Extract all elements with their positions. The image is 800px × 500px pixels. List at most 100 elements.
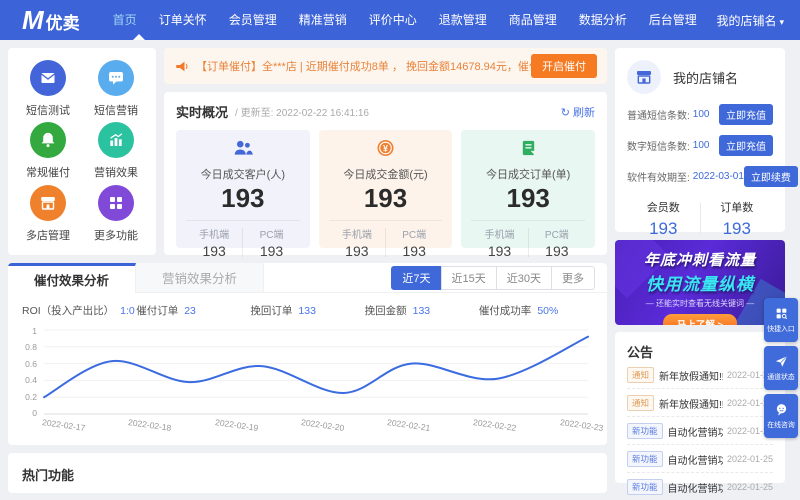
sidebar-item-payment-reminder[interactable]: 常规催付 <box>14 120 82 182</box>
stat-card-orders: 今日成交订单(单) 193 手机端 193 PC端 193 <box>461 130 596 259</box>
announcement-item[interactable]: 通知 新年放假通知!!! 2022-01-25 <box>627 361 773 389</box>
hot-features-panel: 热门功能 <box>8 453 607 493</box>
tab-reminder-analysis[interactable]: 催付效果分析 <box>8 263 136 293</box>
updated-at: / 更新至: 2022-02-22 16:41:16 <box>235 108 369 119</box>
bar-chart-icon <box>98 122 134 159</box>
quick-entry-button[interactable]: 快捷入口 <box>764 298 798 342</box>
chart-y-axis: 1 0.8 0.6 0.4 0.2 0 <box>25 326 37 418</box>
announcement-item[interactable]: 通知 新年放假通知!!! 2022-01-25 <box>627 389 773 417</box>
x-tick-label: 2022-02-20 <box>300 417 345 433</box>
announcement-badge: 新功能 <box>627 423 663 439</box>
stat-value: 193 <box>506 183 550 213</box>
nav-item-marketing[interactable]: 精准营销 <box>288 0 358 40</box>
sidebar-item-more[interactable]: 更多功能 <box>82 183 150 245</box>
sidebar-item-multi-store[interactable]: 多店管理 <box>14 183 82 245</box>
nav-item-refunds[interactable]: 退款管理 <box>428 0 498 40</box>
banner-line3: — 还能实时查看无线关键词 — <box>645 299 755 308</box>
quick-actions-sidebar: 短信测试 短信营销 常规催付 营销效果 多店管理 更多功能 <box>8 48 156 255</box>
announcement-item[interactable]: 新功能 自动化营销功能上线 2022-01-25 <box>627 473 773 500</box>
sms-marketing-icon <box>98 60 134 97</box>
chart-x-axis: 2022-02-17 2022-02-18 2022-02-19 2022-02-20… <box>42 417 604 433</box>
banner-line2: 快用流量纵横 <box>646 275 754 294</box>
chevron-down-icon: ▾ <box>779 16 784 27</box>
top-navbar: M 优卖 首页 订单关怀 会员管理 精准营销 评价中心 退款管理 商品管理 数据… <box>0 0 800 40</box>
announcement-badge: 通知 <box>627 367 655 383</box>
line-chart: 1 0.8 0.6 0.4 0.2 0 <box>8 324 607 418</box>
nav-item-products[interactable]: 商品管理 <box>498 0 568 40</box>
realtime-title: 实时概况 <box>176 105 229 120</box>
stat-label: 今日成交金额(元) <box>343 169 428 181</box>
megaphone-icon <box>176 61 188 71</box>
paper-plane-icon <box>775 356 787 367</box>
nav-item-admin[interactable]: 后台管理 <box>638 0 708 40</box>
bell-icon <box>30 122 66 159</box>
x-tick-label: 2022-02-22 <box>472 417 518 433</box>
sidebar-item-marketing-effect[interactable]: 营销效果 <box>82 120 150 182</box>
sidebar-item-sms-marketing[interactable]: 短信营销 <box>82 58 150 120</box>
nav-item-order-care[interactable]: 订单关怀 <box>148 0 218 40</box>
shop-name: 我的店铺名 <box>673 70 739 86</box>
stat-recovered-orders: 挽回订单 133 <box>250 305 316 317</box>
announcements-panel: 公告 通知 新年放假通知!!! 2022-01-25 通知 新年放假通知!!! … <box>615 332 785 495</box>
members-count: 会员数 193 <box>646 202 680 238</box>
stat-success-rate: 催付成功率 50% <box>478 305 559 317</box>
hot-features-title: 热门功能 <box>22 468 75 483</box>
announcement-badge: 通知 <box>627 395 655 411</box>
stat-label: 今日成交订单(单) <box>486 169 571 181</box>
renew-button[interactable]: 立即续费 <box>743 166 798 187</box>
channel-status-button[interactable]: 通道状态 <box>764 346 798 390</box>
recharge-button[interactable]: 立即充值 <box>719 104 773 125</box>
banner-line1: 年底冲刺看流量 <box>643 252 756 269</box>
online-support-button[interactable]: 在线咨询 <box>764 394 798 438</box>
announcement-item[interactable]: 新功能 自动化营销功能上线 2022-01-25 <box>627 445 773 473</box>
shop-info-panel: 我的店铺名 普通短信条数: 100 立即充值 数字短信条数: 100 立即充值 … <box>615 48 798 238</box>
order-doc-icon <box>522 140 535 156</box>
stat-label: 今日成交客户(人) <box>200 169 285 181</box>
range-30d-button[interactable]: 近30天 <box>495 265 552 290</box>
stat-roi: ROI（投入产出比） 1:0 <box>22 305 135 317</box>
store-dropdown[interactable]: 我的店铺名 ▾ <box>716 12 784 29</box>
range-15d-button[interactable]: 近15天 <box>440 265 497 290</box>
x-tick-label: 2022-02-23 <box>559 417 604 433</box>
announcement-badge: 新功能 <box>627 451 663 467</box>
sidebar-item-sms-test[interactable]: 短信测试 <box>14 58 82 120</box>
range-7d-button[interactable]: 近7天 <box>391 265 442 290</box>
x-tick-label: 2022-02-18 <box>127 417 173 433</box>
sms-balance-row: 普通短信条数: 100 立即充值 <box>627 104 773 125</box>
app-logo[interactable]: M 优卖 <box>22 7 80 34</box>
stat-reminded-orders: 催付订单 23 <box>136 305 196 317</box>
analysis-panel: 催付效果分析 营销效果分析 近7天 近15天 近30天 更多 ROI（投入产出比… <box>8 263 607 445</box>
storefront-icon <box>30 184 66 221</box>
notice-text: 【订单催付】全***店 | 近期催付成功8单 ， 挽回金额14678.94元，催… <box>196 61 531 73</box>
start-reminder-button[interactable]: 开启催付 <box>531 54 597 78</box>
floating-toolbar: 快捷入口 通道状态 在线咨询 <box>764 298 798 438</box>
nav-menu: 首页 订单关怀 会员管理 精准营销 评价中心 退款管理 商品管理 数据分析 后台… <box>102 0 708 40</box>
reminder-notice-bar: 【订单催付】全***店 | 近期催付成功8单 ， 挽回金额14678.94元，催… <box>164 48 607 84</box>
headset-chat-icon <box>776 404 786 416</box>
announcement-badge: 新功能 <box>627 479 663 495</box>
date-range-group: 近7天 近15天 近30天 更多 <box>391 263 607 292</box>
refresh-icon: ↻ <box>560 106 570 119</box>
banner-cta-button[interactable]: 马上了解 > <box>662 314 738 325</box>
x-tick-label: 2022-02-19 <box>214 417 259 433</box>
stat-card-amount: ¥ 今日成交金额(元) 193 手机端 193 PC端 193 <box>318 130 453 259</box>
x-tick-label: 2022-02-21 <box>386 417 431 433</box>
promo-banner[interactable]: 年底冲刺看流量 快用流量纵横 — 还能实时查看无线关键词 — 马上了解 > <box>615 240 785 325</box>
stat-value: 193 <box>221 183 265 213</box>
stat-recovered-amount: 挽回金额 133 <box>364 305 431 317</box>
nav-item-members[interactable]: 会员管理 <box>218 0 288 40</box>
quick-entry-grid-icon <box>776 308 787 320</box>
range-more-button[interactable]: 更多 <box>551 265 595 290</box>
refresh-button[interactable]: ↻ 刷新 <box>561 104 595 120</box>
analysis-stats-row: ROI（投入产出比） 1:0 催付订单 23 挽回订单 133 挽回金额 133 催付成… <box>8 293 607 324</box>
nav-item-data[interactable]: 数据分析 <box>568 0 638 40</box>
announcement-item[interactable]: 新功能 自动化营销功能上线 2022-01-25 <box>627 417 773 445</box>
nav-item-reviews[interactable]: 评价中心 <box>358 0 428 40</box>
tab-marketing-analysis[interactable]: 营销效果分析 <box>136 263 264 292</box>
svg-text:¥: ¥ <box>383 143 388 153</box>
yuan-coin-icon: ¥ <box>377 140 394 156</box>
shop-icon <box>637 71 651 84</box>
recharge-button-2[interactable]: 立即充值 <box>719 135 773 156</box>
chart-plot-area <box>43 329 589 415</box>
sms-test-icon <box>30 60 66 97</box>
